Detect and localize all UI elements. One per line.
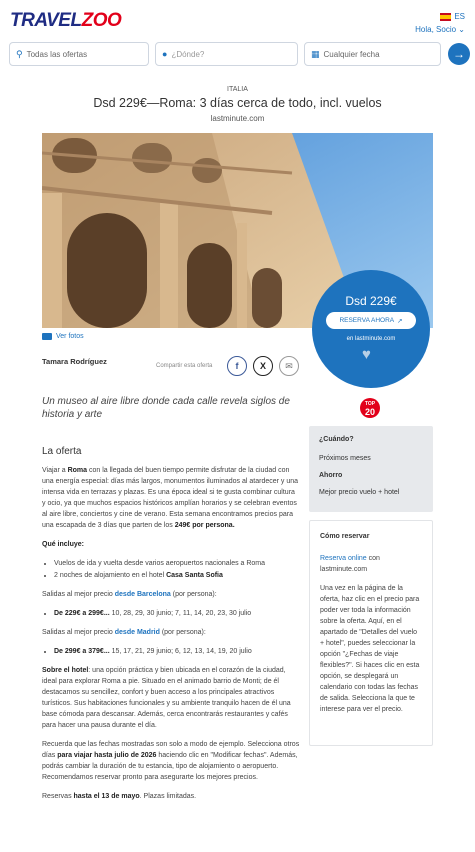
text-bold: De 229€ a 299€...: [54, 610, 110, 617]
madrid-dates-list: De 299€ a 379€... 15, 17, 21, 29 junio; …: [42, 646, 300, 657]
deal-provider: lastminute.com: [210, 114, 265, 123]
booking-deadline: Reservas hasta el 13 de mayo. Plazas lim…: [42, 791, 300, 802]
text-bold: Qué incluye:: [42, 541, 85, 548]
author-name: Tamara Rodríguez: [42, 357, 107, 366]
text-bold: Roma: [67, 467, 88, 474]
barcelona-departures: Salidas al mejor precio desde Barcelona …: [42, 589, 300, 600]
how-to-book-text: Una vez en la página de la oferta, haz c…: [320, 585, 420, 713]
share-label: Compartir esta oferta: [156, 363, 213, 369]
text: con la llegada del buen tiempo permite d…: [42, 467, 299, 529]
email-icon[interactable]: ✉: [279, 356, 299, 376]
heart-icon[interactable]: ♥: [362, 346, 371, 363]
reserve-now-label: RESERVA AHORA: [339, 317, 395, 324]
intro-paragraph: Viajar a Roma con la llegada del buen ti…: [42, 465, 300, 531]
includes-heading: Qué incluye:: [42, 539, 300, 550]
text: Viajar a: [42, 467, 68, 474]
text: 15, 17, 21, 29 junio; 6, 12, 13, 14, 19,…: [109, 648, 252, 655]
destination-input[interactable]: ● ¿Dónde?: [155, 42, 298, 66]
date-label: Cualquier fecha: [323, 49, 380, 59]
dates-note-paragraph: Recuerda que las fechas mostradas son so…: [42, 739, 300, 783]
includes-list: Vuelos de ida y vuelta desde varios aero…: [42, 558, 300, 581]
when-heading: ¿Cuándo?: [319, 436, 354, 443]
madrid-link[interactable]: desde Madrid: [115, 629, 160, 636]
text-bold: hasta el 13 de mayo: [73, 793, 140, 800]
text-bold: 249€ por persona.: [174, 522, 235, 529]
text-bold: De 299€ a 379€...: [54, 648, 110, 655]
spain-flag-icon: [440, 12, 452, 21]
account-greeting[interactable]: Hola, Socio ⌄: [415, 25, 465, 34]
see-photos-label: Ver fotos: [56, 333, 84, 340]
on-site-label: en lastminute.com: [346, 336, 396, 342]
text: (por persona):: [159, 629, 206, 636]
list-item: De 299€ a 379€... 15, 17, 21, 29 junio; …: [54, 646, 300, 657]
hotel-paragraph: Sobre el hotel: una opción práctica y bi…: [42, 665, 300, 731]
top20-badge-number: 20: [364, 407, 375, 417]
book-online-link[interactable]: Reserva online: [320, 555, 367, 562]
savings-value: Mejor precio vuelo + hotel: [319, 489, 400, 496]
barcelona-link[interactable]: desde Barcelona: [115, 591, 171, 598]
facebook-icon[interactable]: f: [227, 356, 247, 376]
savings-heading: Ahorro: [319, 472, 343, 479]
deal-price: Dsd 229€: [345, 294, 397, 308]
text: : una opción práctica y bien ubicada en …: [42, 667, 291, 729]
how-to-book-link-line: Reserva online con lastminute.com: [320, 553, 422, 575]
text-bold: Casa Santa Sofia: [166, 572, 223, 579]
text: Salidas al mejor precio: [42, 591, 115, 598]
text-bold: Sobre el hotel: [42, 667, 89, 674]
text: 10, 28, 29, 30 junio; 7, 11, 14, 20, 23,…: [109, 610, 252, 617]
list-item: Vuelos de ida y vuelta desde varios aero…: [54, 558, 300, 569]
text: Salidas al mejor precio: [42, 629, 115, 636]
offers-select[interactable]: ⚲ Todas las ofertas: [9, 42, 149, 66]
location-pin-icon: ●: [162, 49, 168, 59]
travelzoo-logo[interactable]: TRAVELZOO: [10, 10, 122, 32]
language-label: ES: [454, 12, 465, 21]
barcelona-dates-list: De 229€ a 299€... 10, 28, 29, 30 junio; …: [42, 608, 300, 619]
see-photos-link[interactable]: Ver fotos: [42, 333, 84, 340]
calendar-icon: ▦: [311, 48, 320, 59]
search-submit-button[interactable]: →: [448, 43, 470, 65]
text: Reservas: [42, 793, 74, 800]
text-bold: para viajar hasta julio de 2026: [57, 752, 157, 759]
camera-icon: [42, 333, 52, 340]
text: . Plazas limitadas.: [139, 793, 197, 800]
list-item: 2 noches de alojamiento en el hotel Casa…: [54, 570, 300, 581]
how-to-book-heading: Cómo reservar: [320, 533, 370, 540]
deal-title: Dsd 229€—Roma: 3 días cerca de todo, inc…: [93, 96, 382, 110]
how-to-book-box: Cómo reservar Reserva online con lastmin…: [309, 520, 433, 746]
greeting-label: Hola, Socio: [415, 25, 457, 34]
price-circle: Dsd 229€ RESERVA AHORA ↗ en lastminute.c…: [312, 270, 430, 388]
x-twitter-icon[interactable]: X: [253, 356, 273, 376]
deal-country: ITALIA: [227, 86, 248, 93]
list-item: De 229€ a 299€... 10, 28, 29, 30 junio; …: [54, 608, 300, 619]
chevron-down-icon: ⌄: [458, 25, 465, 34]
offers-label: Todas las ofertas: [26, 49, 88, 59]
language-selector[interactable]: ES: [440, 12, 465, 21]
text: 2 noches de alojamiento en el hotel: [54, 572, 167, 579]
reserve-now-button[interactable]: RESERVA AHORA ↗: [326, 312, 416, 329]
arrow-right-icon: →: [453, 47, 465, 61]
section-heading: La oferta: [42, 446, 82, 457]
madrid-departures: Salidas al mejor precio desde Madrid (po…: [42, 627, 300, 638]
when-value: Próximos meses: [319, 455, 371, 462]
search-icon: ⚲: [16, 48, 23, 59]
top20-badge: TOP 20: [360, 398, 380, 418]
deal-description: La oferta Viajar a Roma con la llegada d…: [42, 446, 300, 810]
destination-placeholder: ¿Dónde?: [171, 49, 205, 59]
search-bar: ⚲ Todas las ofertas ● ¿Dónde? ▦ Cualquie…: [9, 42, 441, 66]
external-link-icon: ↗: [397, 317, 403, 325]
logo-text: TRAVELZOO: [10, 10, 122, 31]
date-select[interactable]: ▦ Cualquier fecha: [304, 42, 441, 66]
when-box: ¿Cuándo? Próximos meses Ahorro Mejor pre…: [309, 426, 433, 512]
text: (por persona):: [170, 591, 217, 598]
deal-tagline: Un museo al aire libre donde cada calle …: [42, 396, 290, 420]
